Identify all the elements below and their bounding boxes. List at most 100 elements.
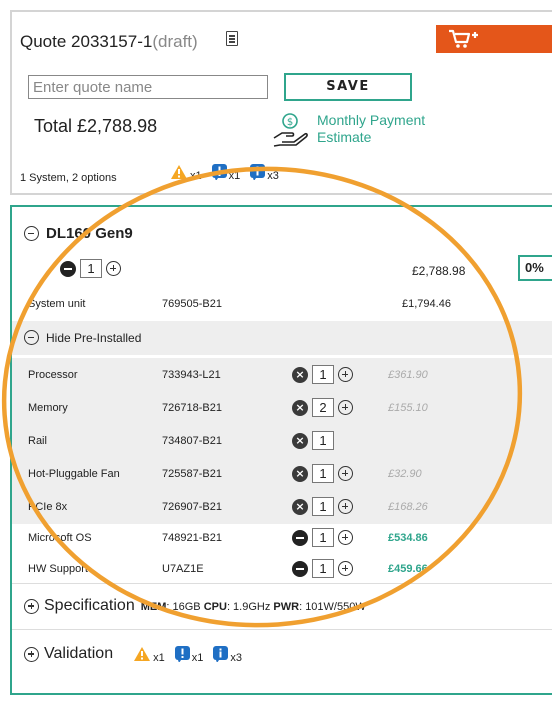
decrease-icon[interactable] [292, 560, 308, 577]
component-price: £534.86 [388, 532, 428, 544]
component-price: £155.10 [388, 402, 428, 414]
component-name: PCIe 8x [28, 501, 68, 513]
expand-icon[interactable] [24, 646, 39, 662]
remove-icon[interactable]: × [292, 465, 308, 482]
specification-summary: MEM: 16GB CPU: 1.9GHz PWR: 101W/550W [140, 601, 366, 613]
save-button[interactable]: SAVE [284, 73, 412, 101]
quote-summary: 1 System, 2 options [20, 172, 117, 184]
info-icon [250, 164, 266, 180]
part-number: 725587-B21 [162, 468, 222, 480]
warning-icon [171, 165, 187, 179]
collapse-icon[interactable] [24, 330, 39, 345]
list-item: HW Support U7AZ1E 1 £459.66 [12, 552, 552, 586]
warning-count: x1 [190, 170, 202, 182]
system-price: £2,788.98 [412, 264, 466, 278]
validation-row[interactable]: Validation x1 x1 x3 [24, 645, 252, 664]
part-number: 726718-B21 [162, 402, 222, 414]
warning-count: x1 [153, 652, 165, 664]
component-name: Hot-Pluggable Fan [28, 468, 120, 480]
component-price: £1,794.46 [402, 298, 451, 310]
component-price: £459.66 [388, 563, 428, 575]
quantity-field[interactable]: 1 [312, 559, 334, 578]
component-name: Processor [28, 369, 78, 381]
add-to-cart-button[interactable] [436, 25, 552, 53]
component-name: Memory [28, 402, 68, 414]
increase-icon[interactable] [338, 530, 353, 545]
system-unit-row: System unit 769505-B21 £1,794.46 [12, 287, 552, 321]
remove-icon[interactable]: × [292, 432, 308, 449]
alert-count: x1 [228, 170, 241, 182]
increase-icon[interactable] [338, 400, 353, 415]
system-quantity[interactable]: 1 [80, 259, 102, 278]
list-item: Microsoft OS 748921-B21 1 £534.86 [12, 521, 552, 555]
increase-icon[interactable] [338, 499, 353, 514]
specification-label[interactable]: Specification [44, 597, 135, 615]
info-count: x3 [267, 170, 279, 182]
remove-icon[interactable]: × [292, 498, 308, 515]
alert-icon [174, 646, 190, 662]
system-header[interactable]: DL160 Gen9 [24, 225, 133, 242]
list-item: Rail 734807-B21 × 1 [12, 424, 552, 458]
document-icon[interactable] [226, 31, 238, 46]
increase-icon[interactable] [106, 261, 121, 276]
draft-label: (draft) [152, 32, 198, 51]
decrease-icon[interactable] [292, 529, 308, 546]
monthly-payment-link[interactable]: Monthly Payment Estimate [317, 112, 457, 146]
part-number: 734807-B21 [162, 435, 222, 447]
warning-badge[interactable]: x1 [170, 164, 202, 182]
info-badge[interactable]: x3 [250, 164, 279, 182]
discount-field[interactable]: 0% [518, 255, 552, 281]
alert-count: x1 [191, 652, 204, 664]
increase-icon[interactable] [338, 367, 353, 382]
collapse-icon[interactable] [24, 226, 39, 241]
list-item: Processor 733943-L21 × 1 £361.90 [12, 358, 552, 392]
quantity-field[interactable]: 1 [312, 365, 334, 384]
component-price: £361.90 [388, 369, 428, 381]
quote-total: Total £2,788.98 [34, 116, 158, 136]
increase-icon[interactable] [338, 561, 353, 576]
component-name: Rail [28, 435, 47, 447]
part-number: 748921-B21 [162, 532, 222, 544]
list-item: PCIe 8x 726907-B21 × 1 £168.26 [12, 490, 552, 524]
divider [12, 583, 552, 584]
alert-badge[interactable]: x1 [174, 646, 204, 664]
part-number: U7AZ1E [162, 563, 204, 575]
quantity-field[interactable]: 1 [312, 528, 334, 547]
quote-panel: Quote 2033157-1(draft) SAVE Total £2,788… [10, 10, 552, 195]
quantity-field[interactable]: 1 [312, 464, 334, 483]
svg-text:$: $ [287, 117, 293, 128]
specification-row[interactable]: Specification MEM: 16GB CPU: 1.9GHz PWR:… [24, 597, 366, 615]
component-name: HW Support [28, 563, 88, 575]
component-name: Microsoft OS [28, 532, 92, 544]
decrease-icon[interactable] [60, 260, 76, 277]
expand-icon[interactable] [24, 598, 39, 614]
remove-icon[interactable]: × [292, 399, 308, 416]
warning-icon [134, 647, 151, 661]
info-count: x3 [230, 652, 242, 664]
list-item: Hot-Pluggable Fan 725587-B21 × 1 £32.90 [12, 457, 552, 491]
increase-icon[interactable] [338, 466, 353, 481]
warning-badge[interactable]: x1 [133, 646, 165, 664]
quantity-field[interactable]: 1 [312, 431, 334, 450]
info-badge[interactable]: x3 [213, 646, 242, 664]
cart-plus-icon [449, 29, 478, 48]
quote-title: Quote 2033157-1(draft) [20, 32, 198, 52]
system-quantity-stepper: 1 [60, 259, 121, 278]
alert-icon [211, 164, 227, 180]
validation-label[interactable]: Validation [44, 645, 113, 663]
remove-icon[interactable]: × [292, 366, 308, 383]
quantity-field[interactable]: 1 [312, 497, 334, 516]
hide-preinstalled-row[interactable]: Hide Pre-Installed [12, 321, 552, 355]
quote-badges: x1 x1 x3 [170, 164, 289, 182]
part-number: 726907-B21 [162, 501, 222, 513]
info-icon [213, 646, 229, 662]
component-price: £32.90 [388, 468, 422, 480]
system-name: DL160 Gen9 [46, 225, 133, 242]
quantity-field[interactable]: 2 [312, 398, 334, 417]
quote-name-input[interactable] [28, 75, 268, 99]
system-panel: DL160 Gen9 1 £2,788.98 0% System unit 76… [10, 205, 552, 695]
alert-badge[interactable]: x1 [211, 164, 241, 182]
divider [12, 629, 552, 630]
hide-preinstalled-label[interactable]: Hide Pre-Installed [46, 331, 141, 345]
monthly-payment-icon[interactable]: $ [270, 112, 310, 148]
